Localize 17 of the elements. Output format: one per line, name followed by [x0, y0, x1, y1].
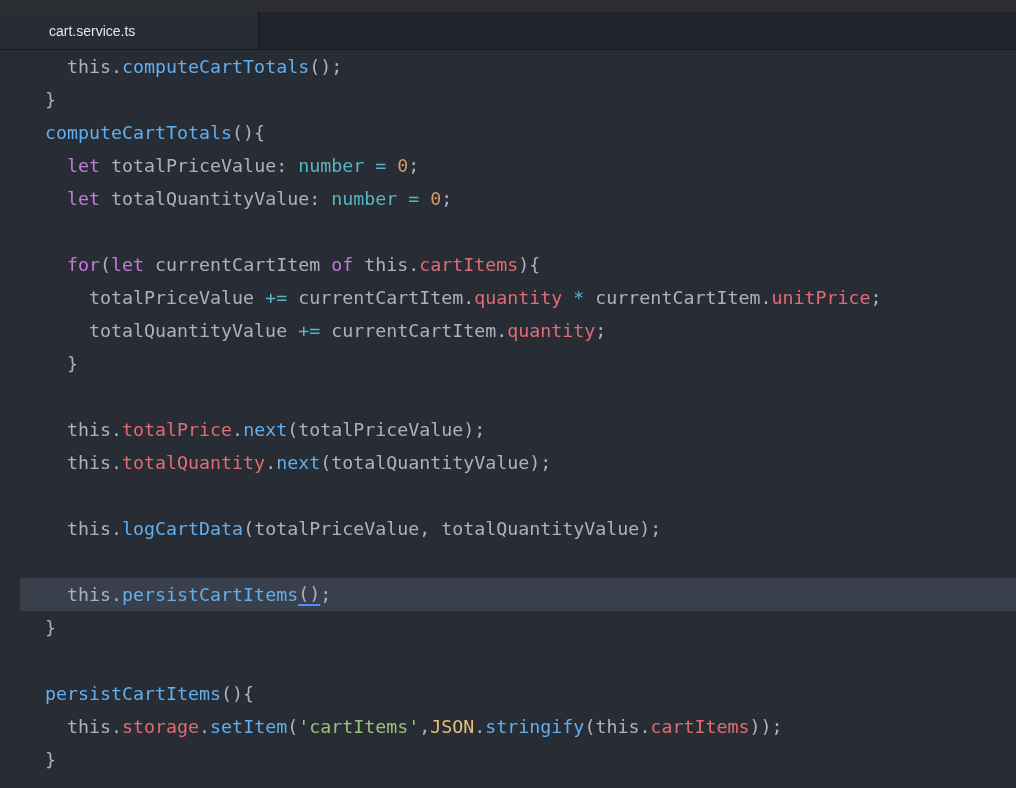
code-line: computeCartTotals(){: [44, 121, 267, 145]
code-line: let totalQuantityValue: number = 0;: [66, 187, 454, 211]
code-line: }: [44, 88, 57, 112]
code-line: }: [44, 748, 57, 772]
code-line: }: [44, 616, 57, 640]
file-tab[interactable]: cart.service.ts: [0, 12, 259, 49]
code-line: let totalPriceValue: number = 0;: [66, 154, 421, 178]
code-line: for(let currentCartItem of this.cartItems){: [66, 253, 542, 277]
code-line: this.logCartData(totalPriceValue, totalQuantityValue);: [66, 517, 663, 541]
code-line: }: [66, 352, 80, 376]
code-line: this.totalQuantity.next(totalQuantityValue);: [66, 451, 553, 475]
code-line: this.storage.setItem('cartItems',JSON.stringify(this.cartItems));: [66, 715, 784, 739]
code-line: totalQuantityValue += currentCartItem.quantity;: [88, 319, 608, 343]
code-line: persistCartItems(){: [44, 682, 256, 706]
code-line: this.totalPrice.next(totalPriceValue);: [66, 418, 487, 442]
code-line: totalPriceValue += currentCartItem.quantity * currentCartItem.unitPrice;: [88, 286, 883, 310]
code-line: this.computeCartTotals();: [66, 55, 344, 79]
